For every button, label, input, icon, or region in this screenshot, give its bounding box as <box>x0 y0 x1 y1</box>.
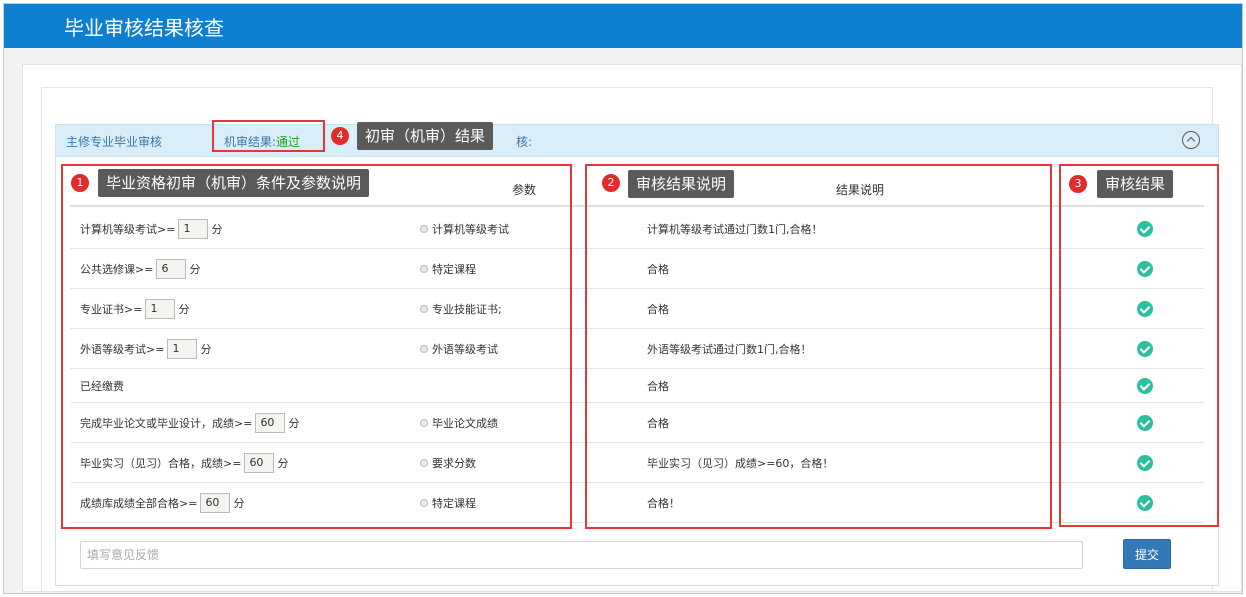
annotation-box-1 <box>61 164 572 529</box>
title-bar: 毕业审核结果核查 <box>4 4 1242 48</box>
annotation-box-4 <box>212 120 325 152</box>
annotation-number-2: 2 <box>602 174 620 192</box>
submit-button[interactable]: 提交 <box>1123 539 1171 569</box>
collapse-chevron-icon[interactable] <box>1182 131 1200 149</box>
annotation-label-4: 初审（机审）结果 <box>357 122 494 150</box>
annotation-label-3: 审核结果 <box>1097 170 1174 198</box>
annotation-box-3 <box>1059 164 1219 527</box>
annotation-number-3: 3 <box>1069 175 1087 193</box>
feedback-input[interactable] <box>80 541 1083 569</box>
annotation-box-2 <box>585 164 1052 529</box>
page-title: 毕业审核结果核查 <box>64 16 224 40</box>
manual-result-label: 核: <box>516 135 533 149</box>
annotation-label-1: 毕业资格初审（机审）条件及参数说明 <box>98 169 370 197</box>
annotation-number-4: 4 <box>331 127 349 145</box>
panel-title: 主修专业毕业审核 <box>66 135 163 149</box>
annotation-number-1: 1 <box>71 174 89 192</box>
annotation-label-2: 审核结果说明 <box>628 170 735 198</box>
